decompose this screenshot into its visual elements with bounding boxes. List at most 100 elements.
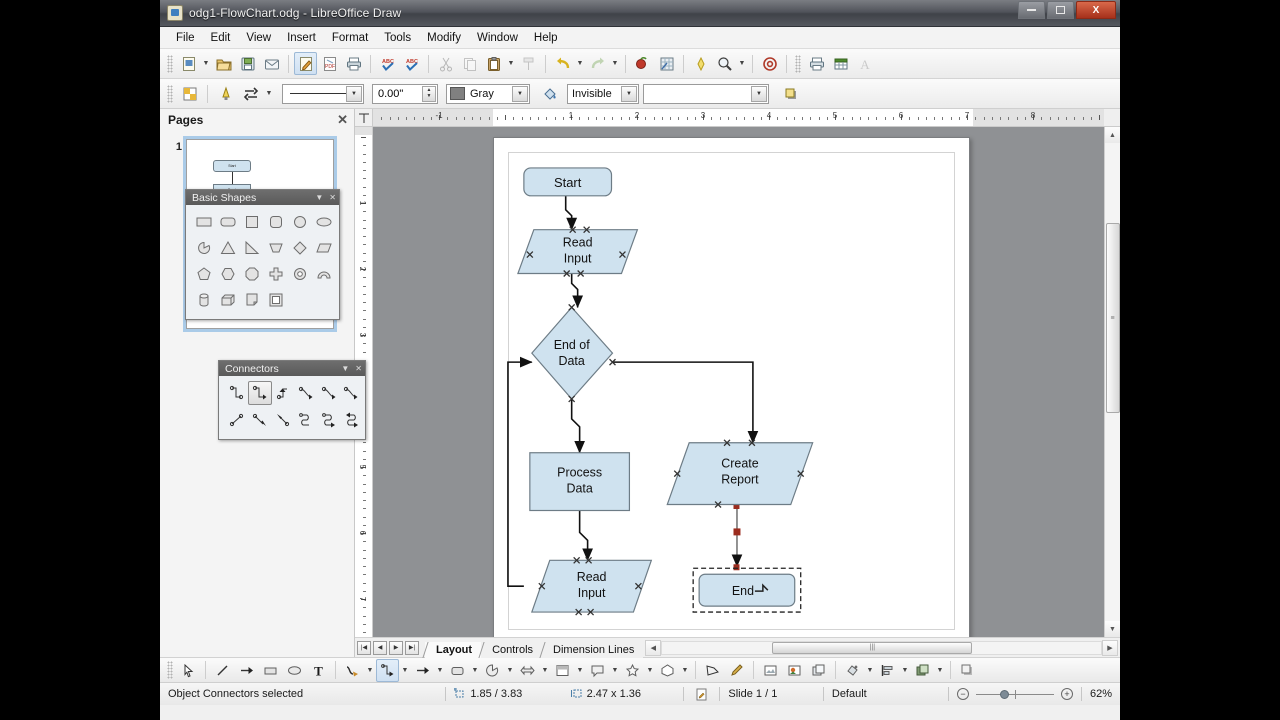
shape-square[interactable] [240, 210, 264, 234]
shape-ellipse[interactable] [312, 210, 336, 234]
shadow-toggle-icon[interactable] [779, 82, 802, 105]
symbol-shapes-caret[interactable] [505, 659, 515, 682]
flowchart-tool-icon[interactable] [551, 659, 574, 682]
shape-regular-pentagon[interactable] [192, 262, 216, 286]
menu-edit[interactable]: Edit [203, 30, 239, 46]
shape-diamond[interactable] [288, 236, 312, 260]
fill-bucket-icon[interactable] [538, 82, 561, 105]
straight-connector-with-arrows[interactable] [271, 408, 295, 432]
horizontal-scroll-thumb[interactable]: ||| [772, 642, 972, 654]
export-pdf-icon[interactable]: PDF [318, 52, 341, 75]
shape-right-triangle[interactable] [240, 236, 264, 260]
straight-connector-ends-with-arrow[interactable] [248, 408, 272, 432]
straight-connector[interactable] [225, 408, 249, 432]
paste-caret[interactable] [506, 52, 516, 75]
connector-read-input-1-to-end-of-data[interactable] [572, 273, 578, 307]
shape-isosceles-triangle[interactable] [216, 236, 240, 260]
glue-points-tool-icon[interactable] [725, 659, 748, 682]
flowchart-caret[interactable] [575, 659, 585, 682]
shape-cube[interactable] [216, 288, 240, 312]
from-file-tool-icon[interactable] [759, 659, 782, 682]
fill-style-dropdown-icon[interactable]: ▼ [621, 86, 637, 102]
shape-trapezoid[interactable] [264, 236, 288, 260]
zoom-caret[interactable] [737, 52, 747, 75]
scroll-up-arrow-icon[interactable]: ▲ [1105, 127, 1121, 143]
zoom-slider-track[interactable] [976, 694, 1054, 695]
3d-objects-caret[interactable] [680, 659, 690, 682]
rectangle-tool-icon[interactable] [259, 659, 282, 682]
curve-tool-icon[interactable] [341, 659, 364, 682]
shape-hexagon[interactable] [216, 262, 240, 286]
menu-view[interactable]: View [238, 30, 279, 46]
connector-ends-with-arrow[interactable] [248, 381, 272, 405]
block-arrows-caret[interactable] [540, 659, 550, 682]
close-icon[interactable]: ✕ [329, 193, 336, 202]
zoom-in-icon[interactable]: + [1061, 688, 1073, 700]
tab-controls[interactable]: Controls [481, 642, 542, 658]
clone-formatting-icon[interactable] [517, 52, 540, 75]
first-page-button[interactable]: |◀ [357, 641, 371, 655]
shape-parallelogram[interactable] [312, 236, 336, 260]
alignment-tool-icon[interactable] [876, 659, 899, 682]
status-modified[interactable] [684, 686, 720, 702]
shadow-icon[interactable] [689, 52, 712, 75]
fill-color-dropdown-icon[interactable]: ▼ [751, 86, 767, 102]
shape-rounded-square[interactable] [264, 210, 288, 234]
connector-with-arrows[interactable] [294, 381, 318, 405]
basic-shapes-palette-title-bar[interactable]: Basic Shapes ▼ ✕ [186, 190, 339, 205]
selected-connector-create-report-to-end[interactable] [733, 503, 740, 570]
shape-circle[interactable] [288, 210, 312, 234]
arrow-style-caret[interactable] [264, 82, 274, 105]
connector-ends-with-circle[interactable] [340, 381, 364, 405]
connector-plain[interactable] [225, 381, 249, 405]
block-arrows-tool-icon[interactable] [516, 659, 539, 682]
vertical-scrollbar[interactable]: ▲ ≡ ▼ [1104, 127, 1120, 637]
line-toolbar-grip[interactable] [167, 85, 173, 103]
connectors-palette-title-bar[interactable]: Connectors ▼ ✕ [219, 361, 365, 376]
new-document-icon[interactable] [177, 52, 200, 75]
scroll-right-arrow-icon[interactable]: ▶ [1102, 640, 1118, 656]
undo-icon[interactable] [551, 52, 574, 75]
menu-help[interactable]: Help [526, 30, 566, 46]
menu-insert[interactable]: Insert [279, 30, 324, 46]
text-tool-icon[interactable]: T [307, 659, 330, 682]
chevron-down-icon[interactable]: ▼ [341, 364, 349, 373]
connector-starts-with-arrow[interactable] [271, 381, 295, 405]
close-icon[interactable]: ✕ [337, 112, 348, 128]
effects-tool-icon[interactable] [841, 659, 864, 682]
chevron-down-icon[interactable]: ▼ [315, 193, 323, 202]
basic-shapes-caret[interactable] [470, 659, 480, 682]
callout-shapes-caret[interactable] [610, 659, 620, 682]
lines-and-arrows-tool-icon[interactable] [411, 659, 434, 682]
insert-object-tool-icon[interactable] [807, 659, 830, 682]
area-style-icon[interactable] [178, 82, 201, 105]
autospellcheck-icon[interactable]: ABC [400, 52, 423, 75]
ruler-corner-icon[interactable] [355, 109, 373, 127]
shape-cross[interactable] [264, 262, 288, 286]
line-width-spinner[interactable]: 0.00" ▲▼ [372, 84, 438, 104]
node-end-of-data[interactable]: End of Data [532, 304, 616, 402]
callout-shapes-tool-icon[interactable] [586, 659, 609, 682]
menu-format[interactable]: Format [324, 30, 376, 46]
copy-icon[interactable] [458, 52, 481, 75]
node-process-data[interactable]: Process Data [530, 453, 630, 511]
shape-rounded-rectangle[interactable] [216, 210, 240, 234]
toolbar-grip[interactable] [167, 55, 173, 73]
arrange-tool-icon[interactable] [911, 659, 934, 682]
connector-read-input-2-to-end-of-data[interactable] [508, 362, 532, 586]
select-tool-icon[interactable] [177, 659, 200, 682]
minimize-button[interactable] [1018, 1, 1045, 19]
cut-icon[interactable] [434, 52, 457, 75]
connector-end-of-data-to-process-data[interactable] [572, 399, 580, 453]
connector-process-data-to-read-input-2[interactable] [580, 510, 588, 560]
redo-icon[interactable] [586, 52, 609, 75]
paste-icon[interactable] [482, 52, 505, 75]
display-grid-icon[interactable] [631, 52, 654, 75]
lines-and-arrows-caret[interactable] [435, 659, 445, 682]
shape-circle-pie[interactable] [192, 236, 216, 260]
menu-modify[interactable]: Modify [419, 30, 469, 46]
line-color-combo[interactable]: Gray ▼ [446, 84, 530, 104]
save-document-icon[interactable] [236, 52, 259, 75]
node-end[interactable]: End [693, 568, 801, 612]
scroll-down-arrow-icon[interactable]: ▼ [1105, 621, 1121, 637]
